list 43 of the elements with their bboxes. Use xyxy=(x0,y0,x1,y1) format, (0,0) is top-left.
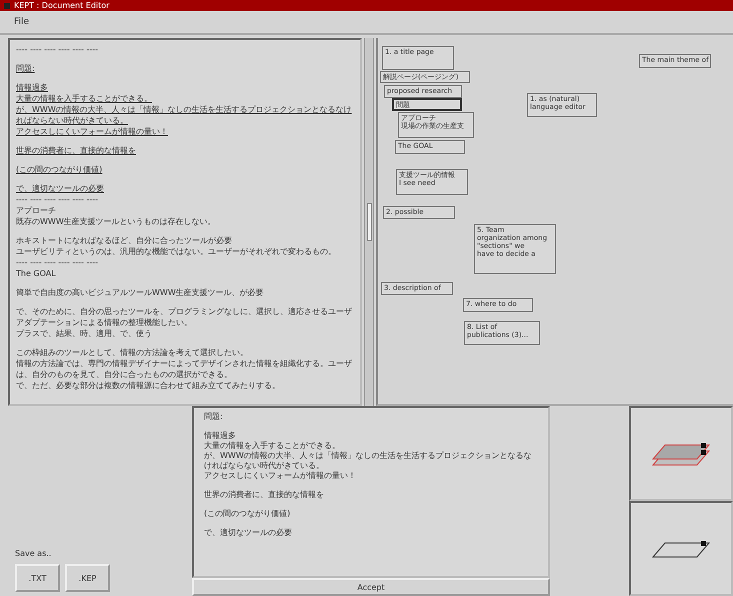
text-line: プラスで、結果、時、適用、で、使う xyxy=(16,328,153,339)
splitter[interactable] xyxy=(364,38,374,406)
text-line: 既存のWWW生産支援ツールというものは存在しない。 xyxy=(16,216,217,227)
save-as-label: Save as.. xyxy=(15,549,52,558)
text-line: アクセスしにくいフォームが情報の量い！ xyxy=(16,126,169,137)
text-line: (この間のつながり価値) xyxy=(204,509,292,519)
menu-item[interactable]: File xyxy=(14,17,30,27)
save-format-button[interactable]: .TXT xyxy=(15,564,60,592)
accept-button[interactable]: Accept xyxy=(192,578,550,596)
editor-text-area[interactable]: 問題: 情報過多 大量の情報を入手することができる。 が、WWWの情報の大半、人々は「情報」なしの生活を生活するプロジェクションとなるなければならない時代がきている。 アクセスしにくいフォームが情報の量い！ 世界の消費者に、直接的な情報を (この間のつながり価値) で、適切なツールの必要 xyxy=(192,406,550,578)
page-preview[interactable] xyxy=(629,501,733,596)
text-line: 世界の消費者に、直接的な情報を xyxy=(204,490,325,500)
text-line: で、ただ、必要な部分は複数の情報源に合わせて組み立ててみたりする。 xyxy=(16,380,281,391)
text-line: この枠組みのツールとして、情報の方法論を考えて選択したい。 xyxy=(16,347,249,358)
text-line: 大量の情報を入手することができる。 xyxy=(204,441,341,451)
text-line: ユーザビリティというのは、汎用的な機能ではない。ユーザーがそれぞれで変わるもの。 xyxy=(16,246,337,257)
save-format-button[interactable]: .KEP xyxy=(65,564,110,592)
window-title: KEPT : Document Editor xyxy=(14,0,110,11)
text-line: ---- ---- ---- ---- ---- ---- xyxy=(16,257,99,268)
text-line: で、適切なツールの必要 xyxy=(204,528,293,538)
text-line: 情報の方法論では、専門の情報デザイナーによってデザインされた情報を組織化する。ユーザは、自分のものを見て、自分に合ったものの選択ができる。 xyxy=(16,358,353,380)
outline-canvas[interactable] xyxy=(376,38,733,406)
text-line: 情報過多 xyxy=(204,431,237,441)
text-line: 問題: xyxy=(16,63,36,74)
text-line: ---- ---- ---- ---- ---- ---- xyxy=(16,194,99,205)
page-preview[interactable] xyxy=(629,406,733,501)
document-text-area[interactable] xyxy=(8,38,362,406)
text-line: アプローチ xyxy=(16,205,57,216)
text-line: が、WWWの情報の大半、人々は「情報」なしの生活を生活するプロジェクションとなるなければならない時代がきている。 xyxy=(204,451,533,471)
text-line: 問題: xyxy=(204,412,224,422)
text-line: 大量の情報を入手することができる。 xyxy=(16,93,153,104)
text-line: 情報過多 xyxy=(16,82,49,93)
text-line: アクセスしにくいフォームが情報の量い！ xyxy=(204,471,357,481)
text-line: が、WWWの情報の大半、人々は「情報」なしの生活を生活するプロジェクションとなるなければならない時代がきている。 xyxy=(16,104,353,126)
text-line: で、適切なツールの必要 xyxy=(16,183,105,194)
text-line: (この間のつながり価値) xyxy=(16,164,104,175)
text-line: で、そのために、自分の思ったツールを、プログラミングなしに、選択し、適応させるユーザアダプテーションによる情報の整理機能したい。 xyxy=(16,306,353,328)
text-line: ホキストートになればなるほど、自分に合ったツールが必要 xyxy=(16,235,233,246)
text-line: 簡単で自由度の高いビジュアルツールWWW生産支援ツール、が必要 xyxy=(16,287,265,298)
text-line: 世界の消費者に、直接的な情報を xyxy=(16,145,137,156)
splitter-handle[interactable] xyxy=(366,203,372,241)
text-line: The GOAL xyxy=(16,268,57,279)
text-line: ---- ---- ---- ---- ---- ---- xyxy=(16,44,99,55)
